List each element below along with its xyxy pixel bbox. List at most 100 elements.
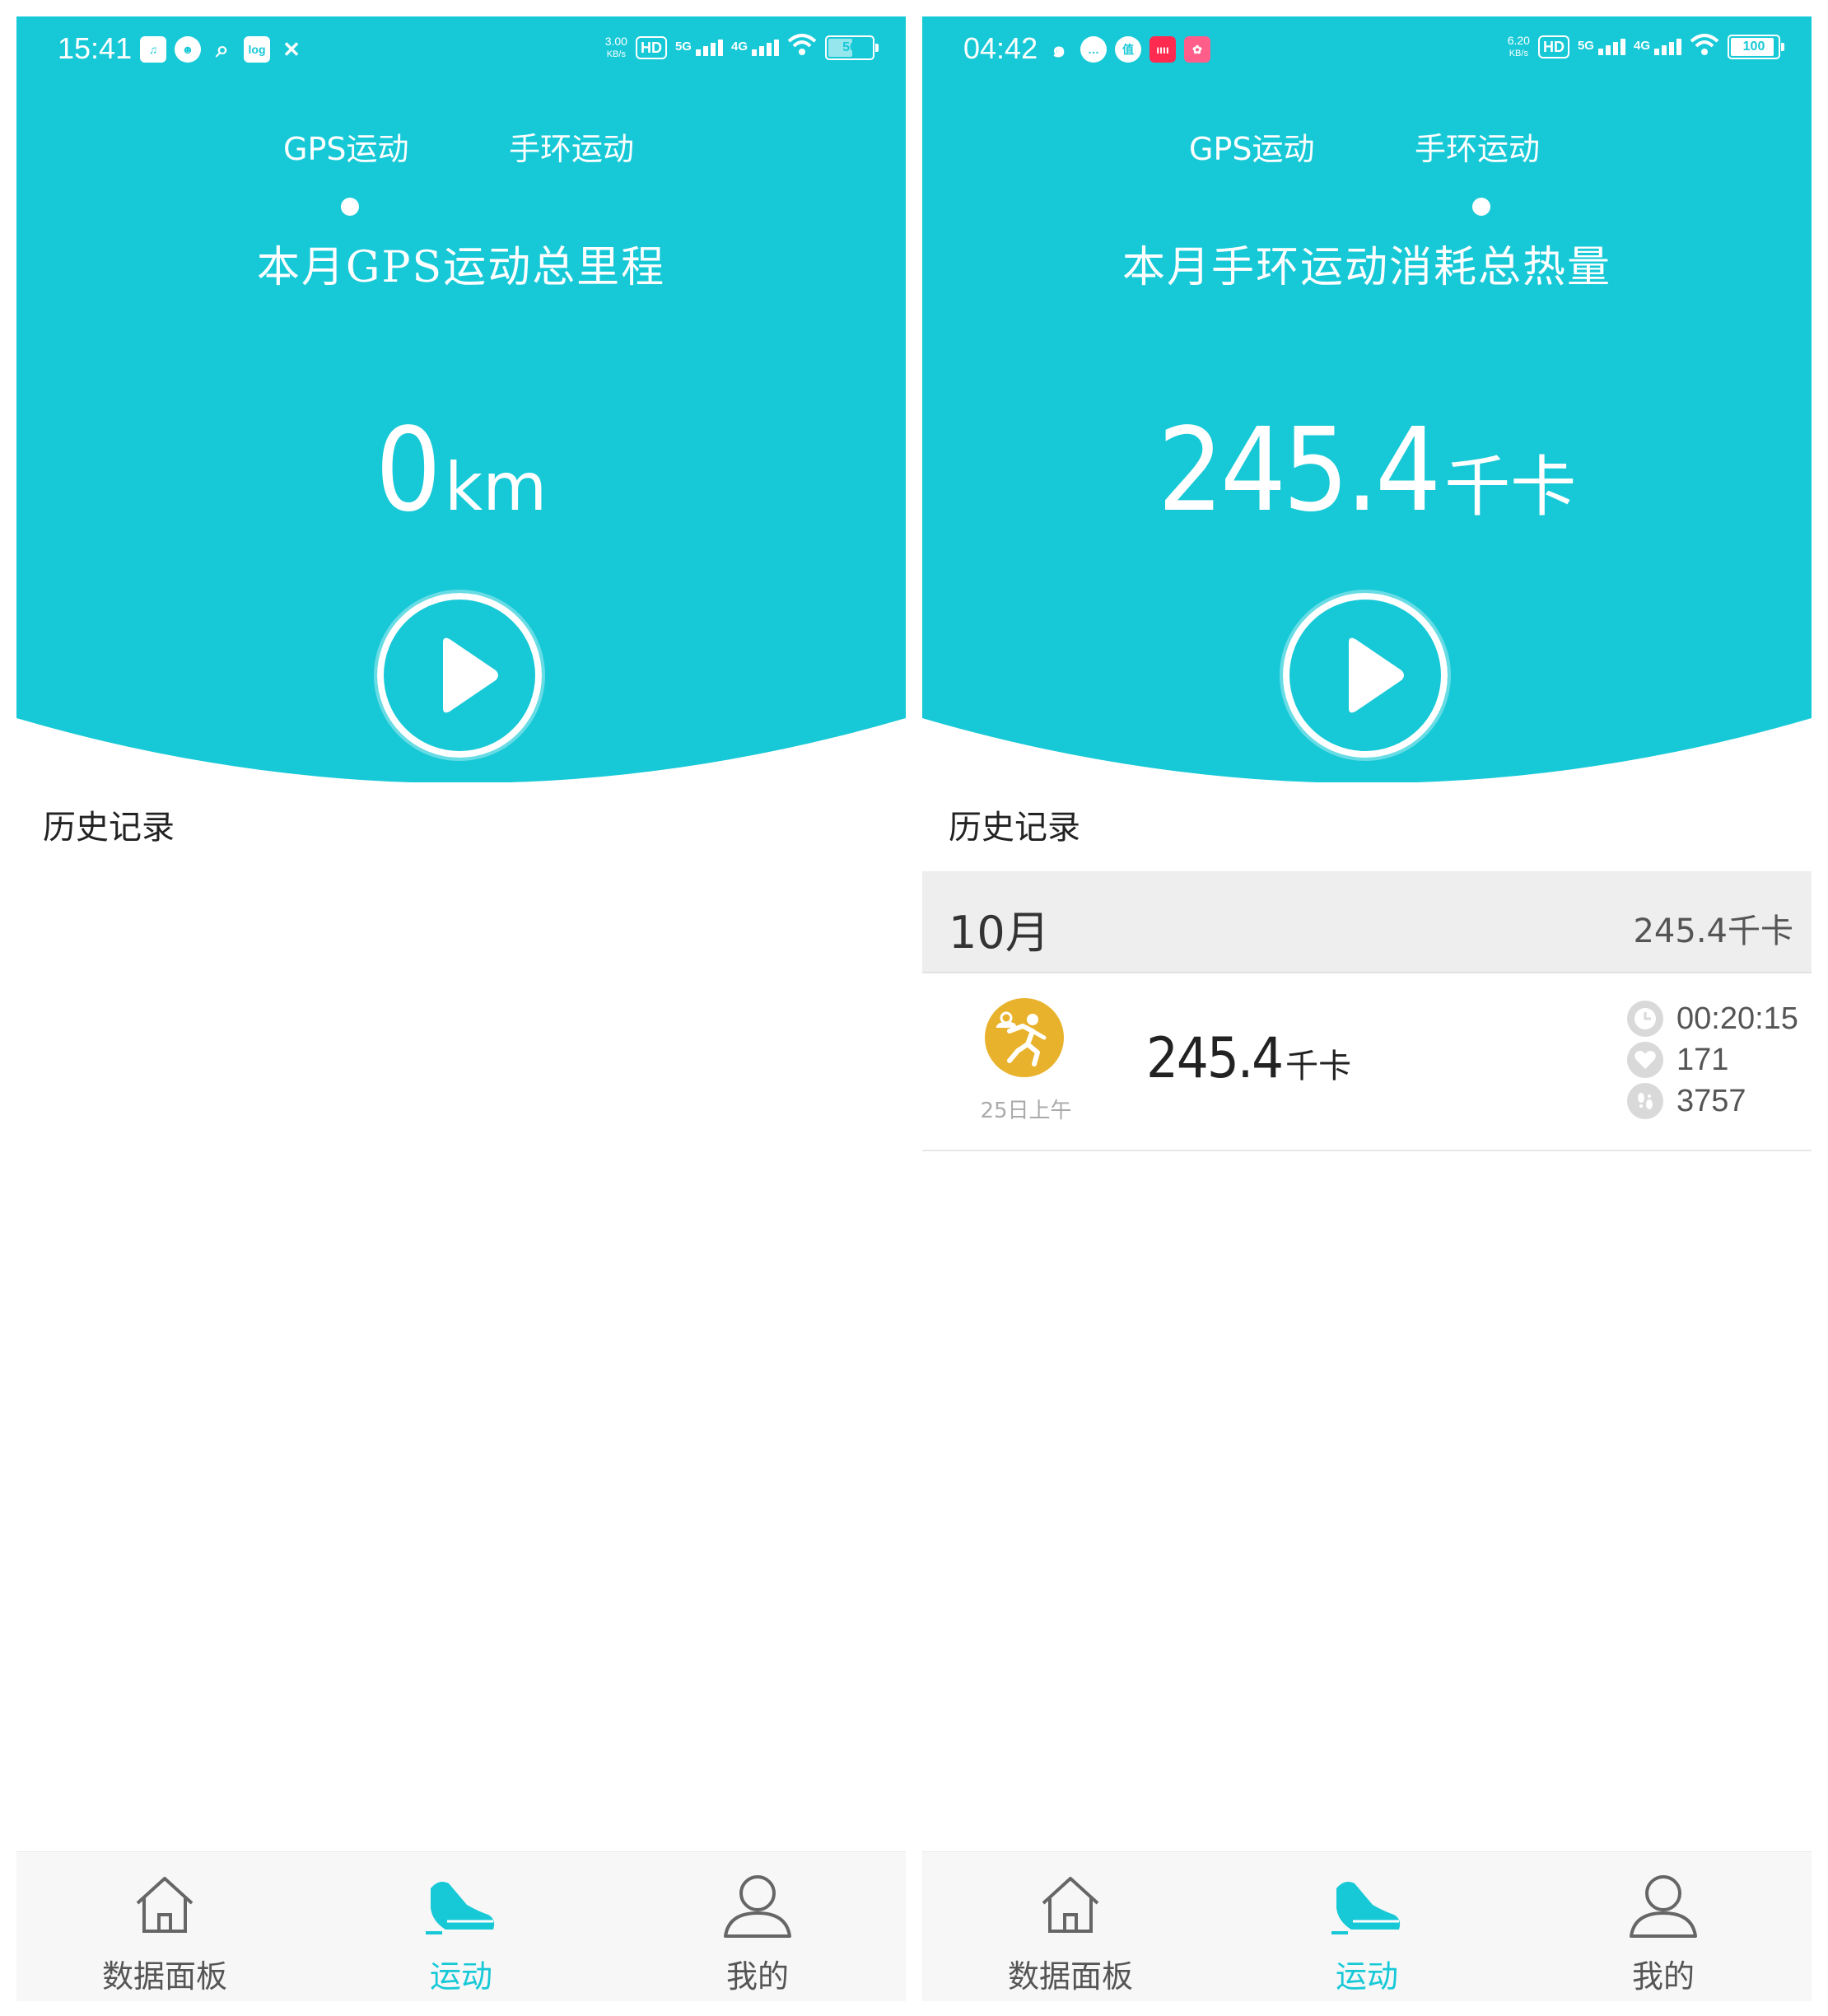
music-icon: ♫ [140, 36, 166, 63]
history-section-title: 历史记录 [949, 809, 1080, 847]
nav-label-mine: 我的 [1631, 1958, 1695, 1995]
stat-duration: 00:20:15 [1627, 998, 1798, 1039]
record-stats: 00:20:15 171 3757 [1627, 998, 1798, 1122]
tools-icon: ✕ [282, 36, 301, 62]
hero-title: 本月GPS运动总里程 [256, 243, 666, 292]
net-speed: 6.20 KB/s [1508, 34, 1530, 60]
net-speed-unit: KB/s [1509, 48, 1528, 58]
weibo-icon: ๑ [1052, 36, 1066, 62]
nav-item-dashboard[interactable]: 数据面板 [922, 1852, 1219, 2001]
record-calories-unit: 千卡 [1285, 1048, 1352, 1085]
wifi-icon [787, 33, 817, 63]
signal-5g-label: 5G [1577, 38, 1594, 53]
history-record-row[interactable]: 25日上午 245.4 千卡 00:20:15 171 3757 [922, 973, 1812, 1151]
bottom-navigation: 数据面板 运动 我的 [16, 1851, 906, 2001]
net-speed-unit: KB/s [606, 49, 626, 59]
stat-heart-rate: 171 [1627, 1039, 1798, 1080]
hero-value-number: 0 [375, 404, 441, 538]
phone-screen-gps: 15:41 ♫ ☻ ⌕ log ✕ 3.00 KB/s HD 5G 4G 56 … [16, 16, 906, 2001]
active-tab-indicator [341, 198, 359, 216]
nav-label-sport: 运动 [429, 1958, 492, 1995]
nav-label-sport: 运动 [1335, 1958, 1398, 1995]
nav-item-mine[interactable]: 我的 [1515, 1852, 1812, 2001]
nav-item-mine[interactable]: 我的 [609, 1852, 906, 2001]
start-sport-button[interactable] [377, 593, 542, 758]
hero-value-unit: km [444, 449, 548, 525]
system-icons: 3.00 KB/s HD 5G 4G 56 [605, 33, 879, 63]
running-icon [985, 998, 1064, 1077]
user-icon [724, 1875, 791, 1938]
play-icon [443, 637, 498, 713]
search-icon: ⌕ [216, 35, 229, 62]
net-speed: 3.00 KB/s [605, 35, 627, 61]
hero-value: 245.4 千卡 [922, 404, 1812, 538]
tab-gps-sport[interactable]: GPS运动 [283, 124, 408, 169]
signal-4g-label: 4G [1633, 38, 1650, 53]
app-red-icon: ıııı [1149, 36, 1176, 63]
heart-icon [1627, 1042, 1663, 1078]
hero-banner: 15:41 ♫ ☻ ⌕ log ✕ 3.00 KB/s HD 5G 4G 56 … [16, 16, 906, 782]
net-speed-value: 3.00 [604, 35, 627, 48]
tab-band-sport[interactable]: 手环运动 [509, 124, 634, 169]
app-pink-icon: ✿ [1184, 36, 1210, 63]
start-sport-button[interactable] [1283, 593, 1448, 758]
month-label: 10月 [949, 907, 1050, 959]
tab-gps-sport[interactable]: GPS运动 [1189, 124, 1314, 169]
record-date: 25日上午 [980, 1099, 1072, 1123]
hero-banner: 04:42 ๑ … 值 ıııı ✿ 6.20 KB/s HD 5G 4G 10… [922, 16, 1812, 782]
notification-icons: ♫ ☻ ⌕ log ✕ [140, 36, 305, 63]
nav-label-dashboard: 数据面板 [1007, 1958, 1133, 1995]
hd-icon: HD [635, 36, 667, 59]
clock-icon [1627, 1001, 1663, 1037]
home-icon [136, 1877, 194, 1933]
active-tab-indicator [1472, 198, 1490, 216]
chat-icon: … [1080, 36, 1107, 63]
signal-4g-icon: 4G [731, 40, 779, 56]
sneaker-icon [1331, 1882, 1401, 1934]
record-duration: 00:20:15 [1676, 1001, 1798, 1036]
nav-label-dashboard: 数据面板 [101, 1958, 227, 1995]
nav-item-sport[interactable]: 运动 [313, 1852, 609, 2001]
hero-value-number: 245.4 [1157, 404, 1441, 538]
status-bar: 04:42 ๑ … 值 ıııı ✿ 6.20 KB/s HD 5G 4G 10… [922, 16, 1812, 82]
footprint-icon [1627, 1083, 1663, 1119]
hero-title: 本月手环运动消耗总热量 [1122, 243, 1611, 292]
nav-label-mine: 我的 [725, 1958, 789, 1995]
battery-level: 100 [1742, 39, 1765, 54]
net-speed-value: 6.20 [1507, 33, 1530, 47]
record-heart-rate: 171 [1676, 1042, 1729, 1077]
month-total: 245.4千卡 [1633, 912, 1793, 950]
qq-penguin-icon: ☻ [175, 36, 201, 63]
wifi-icon [1690, 33, 1719, 60]
hero-value: 0 km [16, 404, 906, 538]
mode-tabs: GPS运动 手环运动 [16, 124, 906, 173]
hero-value-unit: 千卡 [1444, 449, 1577, 525]
hd-icon: HD [1537, 35, 1569, 58]
bottom-navigation: 数据面板 运动 我的 [922, 1851, 1812, 2001]
history-section-title: 历史记录 [43, 809, 175, 847]
signal-4g-icon: 4G [1633, 38, 1681, 55]
battery-level: 56 [842, 40, 857, 54]
record-calories: 245.4 千卡 [1146, 1026, 1351, 1091]
record-calories-value: 245.4 [1146, 1026, 1284, 1091]
system-icons: 6.20 KB/s HD 5G 4G 100 [1508, 33, 1784, 60]
tab-band-sport[interactable]: 手环运动 [1415, 124, 1540, 169]
mode-tabs: GPS运动 手环运动 [922, 124, 1812, 173]
nav-item-dashboard[interactable]: 数据面板 [16, 1852, 313, 2001]
signal-5g-label: 5G [674, 40, 692, 54]
home-icon [1042, 1877, 1099, 1933]
signal-5g-icon: 5G [675, 40, 723, 56]
status-bar: 15:41 ♫ ☻ ⌕ log ✕ 3.00 KB/s HD 5G 4G 56 [16, 16, 906, 82]
notification-icons: ๑ … 值 ıııı ✿ [1046, 36, 1210, 63]
nav-item-sport[interactable]: 运动 [1219, 1852, 1515, 2001]
log-icon: log [244, 36, 270, 63]
zhi-icon: 值 [1115, 36, 1141, 63]
status-time: 15:41 [58, 31, 133, 65]
battery-icon: 56 [825, 35, 879, 60]
signal-4g-label: 4G [730, 40, 748, 54]
record-steps: 3757 [1676, 1083, 1746, 1118]
month-group-header[interactable]: 10月 245.4千卡 [922, 871, 1812, 973]
battery-icon: 100 [1728, 34, 1784, 59]
signal-5g-icon: 5G [1577, 38, 1625, 55]
user-icon [1630, 1875, 1697, 1938]
